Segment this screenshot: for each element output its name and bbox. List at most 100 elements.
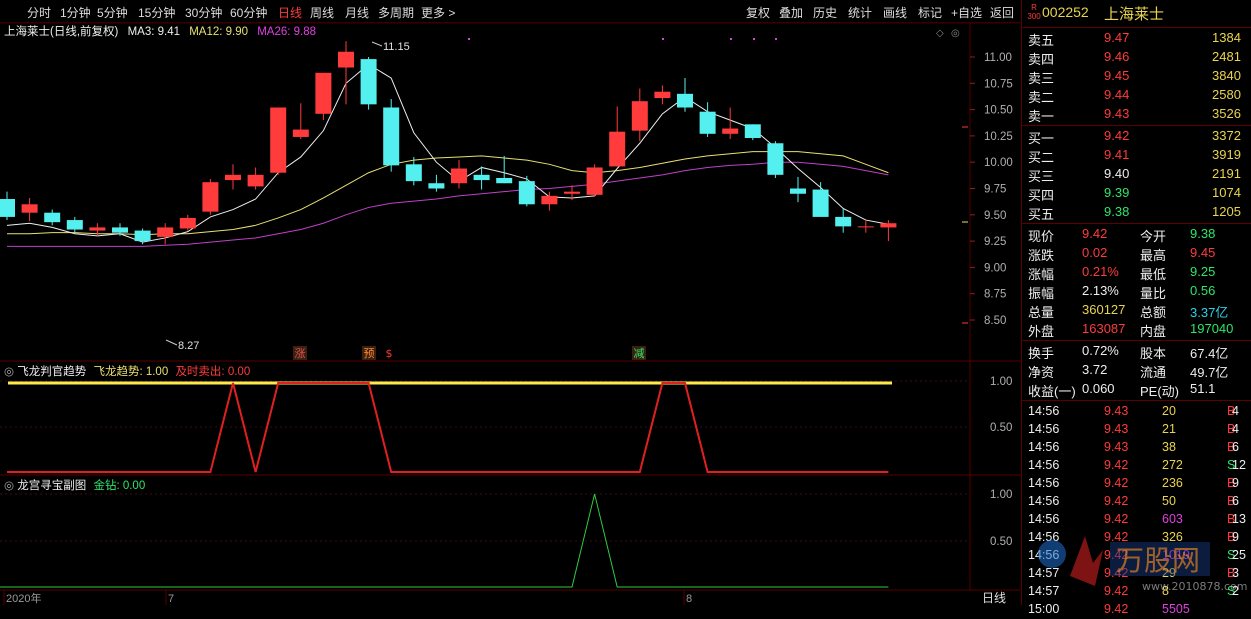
stat-row: 总量 360127 总额 3.37亿: [1022, 301, 1251, 320]
candle-body: [631, 101, 648, 131]
stat-row: 收益(一) 0.060 PE(动) 51.1: [1022, 380, 1251, 399]
stat-value: 163087: [1082, 321, 1126, 336]
candle-body: [360, 59, 377, 105]
market-badge-top: R: [1031, 3, 1037, 12]
pane1-axis-label: 1.00: [990, 376, 1012, 388]
bid-row[interactable]: 买二 9.41 3919: [1022, 146, 1251, 165]
candle-body: [134, 230, 151, 242]
stat-value: 9.38: [1190, 226, 1216, 241]
chart-area[interactable]: 11.00 10.75 10.50 10.25 10.00 9.75 9.50 9.25 9.0…: [0, 0, 1020, 605]
pane1-axis-label: 0.50: [990, 422, 1012, 434]
tick-price: 9.42: [1104, 530, 1129, 544]
tick-row: 14:56 9.42 603 B 13: [1022, 511, 1251, 529]
stat-label: 涨幅: [1028, 267, 1055, 282]
ask-label: 卖一: [1028, 109, 1055, 124]
candle-body: [383, 107, 400, 166]
signal-dot: [662, 38, 664, 40]
stat-value: 0.060: [1082, 381, 1115, 396]
tick-price: 9.42: [1104, 458, 1129, 472]
candle-body: [812, 189, 829, 217]
quote-separator: [1022, 340, 1251, 341]
bid-volume: 1205: [1212, 204, 1241, 219]
candle-body: [857, 226, 874, 228]
tick-price: 9.42: [1104, 512, 1129, 526]
tick-volume: 38: [1162, 440, 1176, 454]
tick-row: 14:56 9.42 272 S 12: [1022, 457, 1251, 475]
candle-body: [790, 188, 806, 194]
ma26-label: MA26: 9.88: [257, 26, 317, 38]
ma3-label: MA3: 9.41: [127, 26, 180, 38]
period-label: 日线: [982, 591, 1006, 605]
pane1-label: ◎ 飞龙判官趋势 飞龙趋势: 1.00 及时卖出: 0.00: [4, 363, 250, 379]
candle-body: [744, 124, 761, 139]
candle-body: [247, 174, 264, 187]
candle-body: [609, 131, 626, 167]
tick-time: 14:56: [1028, 494, 1060, 508]
stat-value: 9.45: [1190, 245, 1216, 260]
x-axis-label: 8: [686, 593, 692, 605]
pane1-circle-icon[interactable]: ◎: [4, 366, 14, 378]
candle-body: [722, 128, 739, 134]
stat-label: 最高: [1140, 248, 1167, 263]
main-chart-info: 上海莱士(日线,前复权) MA3: 9.41 MA12: 9.90 MA26: …: [4, 23, 322, 39]
stat-value: 9.42: [1082, 226, 1108, 241]
pane2-circle-icon[interactable]: ◎: [4, 480, 14, 492]
candle-body: [202, 182, 219, 212]
high-pointer: [371, 41, 383, 47]
ask-price: 9.44: [1104, 87, 1130, 102]
tick-price: 9.42: [1104, 602, 1129, 616]
bid-row[interactable]: 买四 9.39 1074: [1022, 184, 1251, 203]
candle-body: [270, 107, 287, 173]
bid-label: 买二: [1028, 150, 1055, 165]
tick-row: 15:00 9.42 5505: [1022, 601, 1251, 619]
stat-label: 现价: [1028, 229, 1055, 244]
pane1-name: 飞龙判官趋势: [17, 366, 87, 378]
bid-row[interactable]: 买三 9.40 2191: [1022, 165, 1251, 184]
tick-time: 14:56: [1028, 476, 1060, 490]
stat-label: 收益(一): [1028, 384, 1076, 399]
tick-time: 14:56: [1028, 404, 1060, 418]
tick-volume: 21: [1162, 422, 1176, 436]
tick-row: 14:56 9.42 50 B 6: [1022, 493, 1251, 511]
market-badge-bottom: 300: [1027, 12, 1041, 21]
price-axis-label: 10.25: [984, 131, 1013, 143]
tick-row: 14:57 9.42 29 B 3: [1022, 565, 1251, 583]
ma3-line: [6, 63, 889, 243]
candle-body: [586, 167, 603, 195]
bid-row[interactable]: 买五 9.38 1205: [1022, 203, 1251, 222]
bid-row[interactable]: 买一 9.42 3372: [1022, 127, 1251, 146]
ask-row[interactable]: 卖五 9.47 1384: [1022, 29, 1251, 48]
tick-time: 14:56: [1028, 512, 1060, 526]
signal-dot: [468, 38, 470, 40]
tick-time: 15:00: [1028, 602, 1060, 616]
stat-value: 0.21%: [1082, 264, 1119, 279]
tick-volume: 5505: [1162, 602, 1190, 616]
ask-volume: 1384: [1212, 30, 1241, 45]
tick-price: 9.43: [1104, 422, 1129, 436]
bid-volume: 1074: [1212, 185, 1241, 200]
stat-label: 总额: [1140, 305, 1167, 320]
price-axis-label: 10.75: [984, 78, 1013, 90]
pane2-gold-value: 金钻: 0.00: [93, 480, 146, 492]
bid-price: 9.41: [1104, 147, 1130, 162]
stat-label: 振幅: [1028, 286, 1055, 301]
ask-row[interactable]: 卖三 9.45 3840: [1022, 67, 1251, 86]
signal-marker: 减: [634, 347, 645, 360]
candle-body: [44, 212, 61, 223]
tick-count: 4: [1232, 404, 1239, 418]
ask-row[interactable]: 卖一 9.43 3526: [1022, 105, 1251, 124]
tick-count: 25: [1232, 548, 1246, 562]
stat-label: PE(动): [1140, 384, 1180, 399]
ask-row[interactable]: 卖二 9.44 2580: [1022, 86, 1251, 105]
stat-label: 涨跌: [1028, 248, 1055, 263]
tick-volume: 603: [1162, 512, 1183, 526]
tick-time: 14:56: [1028, 422, 1060, 436]
ask-row[interactable]: 卖四 9.46 2481: [1022, 48, 1251, 67]
tick-price: 9.43: [1104, 440, 1129, 454]
candle-body: [677, 93, 693, 108]
stat-row: 换手 0.72% 股本 67.4亿: [1022, 342, 1251, 361]
high-price-annotation: 11.15: [383, 41, 410, 53]
low-price-annotation: 8.27: [178, 340, 199, 352]
tick-price: 9.42: [1104, 476, 1129, 490]
tick-time: 14:56: [1028, 530, 1060, 544]
